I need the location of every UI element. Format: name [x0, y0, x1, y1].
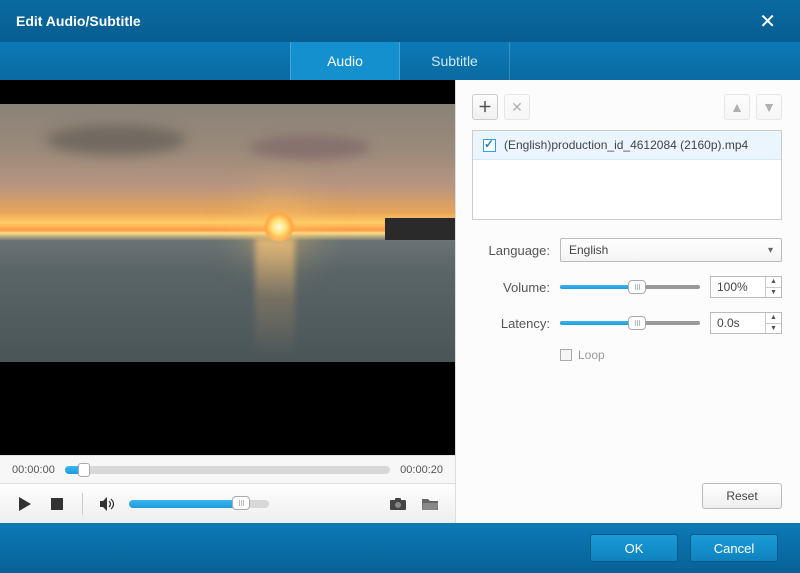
move-down-button[interactable]: ▼ — [756, 94, 782, 120]
video-preview[interactable] — [0, 80, 455, 455]
volume-icon[interactable] — [97, 493, 119, 515]
dialog-footer: OK Cancel — [0, 523, 800, 573]
folder-icon[interactable] — [419, 493, 441, 515]
stop-icon[interactable] — [46, 493, 68, 515]
add-track-button[interactable]: ＋ — [472, 94, 498, 120]
volume-spinbox[interactable]: 100%▲▼ — [710, 276, 782, 298]
volume-slider[interactable] — [129, 500, 269, 508]
volume-label: Volume: — [472, 280, 550, 295]
latency-label: Latency: — [472, 316, 550, 331]
preview-panel: 00:00:00 00:00:20 — [0, 80, 456, 523]
tab-audio[interactable]: Audio — [290, 42, 400, 80]
spin-down-icon[interactable]: ▼ — [766, 324, 781, 334]
playback-controls — [0, 483, 455, 523]
audio-settings-panel: ＋ ✕ ▲ ▼ (English)production_id_4612084 (… — [456, 80, 800, 523]
track-checkbox[interactable] — [483, 139, 496, 152]
latency-spinbox[interactable]: 0.0s▲▼ — [710, 312, 782, 334]
reset-button[interactable]: Reset — [702, 483, 782, 509]
track-label: (English)production_id_4612084 (2160p).m… — [504, 138, 748, 152]
current-time: 00:00:00 — [12, 464, 55, 476]
loop-label: Loop — [578, 348, 605, 362]
playback-progress: 00:00:00 00:00:20 — [0, 455, 455, 483]
loop-checkbox[interactable] — [560, 349, 572, 361]
snapshot-icon[interactable] — [387, 493, 409, 515]
title-bar: Edit Audio/Subtitle ✕ — [0, 0, 800, 42]
volume-adjust-slider[interactable] — [560, 285, 700, 289]
spin-down-icon[interactable]: ▼ — [766, 288, 781, 298]
latency-slider[interactable] — [560, 321, 700, 325]
total-time: 00:00:20 — [400, 464, 443, 476]
play-icon[interactable] — [14, 493, 36, 515]
window-title: Edit Audio/Subtitle — [16, 13, 751, 29]
ok-button[interactable]: OK — [590, 534, 678, 562]
spin-up-icon[interactable]: ▲ — [766, 277, 781, 288]
cancel-button[interactable]: Cancel — [690, 534, 778, 562]
spin-up-icon[interactable]: ▲ — [766, 313, 781, 324]
track-list: (English)production_id_4612084 (2160p).m… — [472, 130, 782, 220]
seek-slider[interactable] — [65, 466, 390, 474]
tab-subtitle[interactable]: Subtitle — [400, 42, 510, 80]
language-select[interactable]: English — [560, 238, 782, 262]
track-item[interactable]: (English)production_id_4612084 (2160p).m… — [473, 131, 781, 160]
move-up-button[interactable]: ▲ — [724, 94, 750, 120]
tab-bar: Audio Subtitle — [0, 42, 800, 80]
close-icon[interactable]: ✕ — [751, 5, 784, 38]
language-label: Language: — [472, 243, 550, 258]
remove-track-button[interactable]: ✕ — [504, 94, 530, 120]
